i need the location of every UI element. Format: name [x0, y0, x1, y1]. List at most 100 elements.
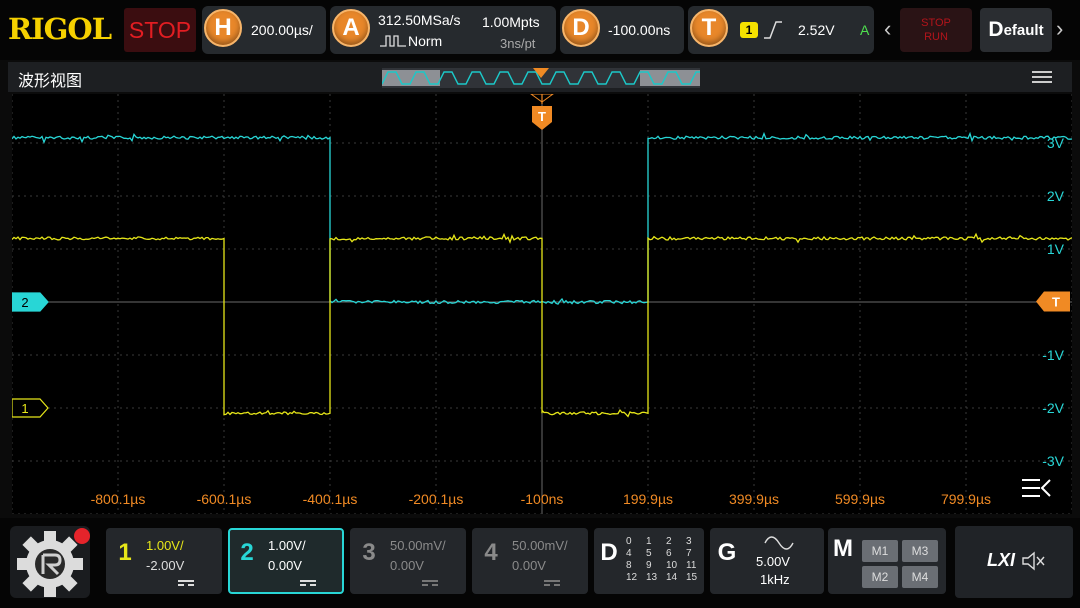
delay-panel[interactable]: D -100.00ns	[560, 6, 684, 54]
channel-3-panel[interactable]: 3 50.00mV/ 0.00V	[350, 528, 466, 594]
time-axis-label: -600.1µs	[197, 491, 252, 507]
math-m1-button[interactable]: M1	[862, 540, 898, 562]
channel-3-offset: 0.00V	[390, 558, 424, 573]
math-m4-button[interactable]: M4	[902, 566, 938, 588]
digital-channel-1: 1	[646, 536, 652, 547]
channel-1-offset: -2.00V	[146, 558, 185, 573]
digital-panel[interactable]: D 0 1 2 3 4 5 6 7 8 9 10 11 12 13 14 15	[594, 528, 704, 594]
dc-coupling-icon	[300, 580, 316, 586]
timebase-value: 200.00µs/	[251, 22, 313, 38]
digital-channel-6: 6	[666, 548, 672, 559]
channel-1-offset-marker[interactable]	[12, 398, 49, 418]
memory-overview-bar[interactable]	[382, 68, 700, 88]
digital-channel-13: 13	[646, 572, 658, 583]
digital-channel-11: 11	[686, 560, 697, 571]
view-title: 波形视图	[18, 71, 83, 90]
time-axis-label: -100ns	[521, 491, 564, 507]
digital-channel-grid: 0 1 2 3 4 5 6 7 8 9 10 11 12 13 14 15	[626, 536, 706, 583]
trigger-mode: A	[860, 22, 870, 38]
default-button-initial: D	[988, 18, 1004, 41]
run-stop-line1: STOP	[921, 17, 951, 29]
dc-coupling-icon	[422, 580, 438, 586]
time-axis-label: 199.9µs	[623, 491, 673, 507]
time-axis-label: 799.9µs	[941, 491, 991, 507]
memory-depth: 1.00Mpts	[482, 14, 540, 30]
delay-key[interactable]: D	[562, 9, 600, 47]
channel-2-number: 2	[240, 539, 254, 566]
time-axis-label: -400.1µs	[303, 491, 358, 507]
channel-1-scale: 1.00V/	[146, 538, 184, 553]
channel-1-panel[interactable]: 1 1.00V/ -2.00V	[106, 528, 222, 594]
digital-channel-0: 0	[626, 536, 632, 547]
voltage-axis-label: -2V	[1042, 400, 1064, 416]
voltage-axis-label: 3V	[1047, 135, 1065, 151]
chevron-right-icon[interactable]: ›	[1056, 16, 1063, 42]
channel-1-offset-marker-label: 1	[21, 401, 28, 416]
generator-frequency: 1kHz	[760, 572, 790, 587]
voltage-axis-label: 2V	[1047, 188, 1065, 204]
trigger-panel[interactable]: T 1 2.52V A	[688, 6, 874, 54]
digital-channel-3: 3	[686, 536, 692, 547]
horizontal-key[interactable]: H	[204, 9, 242, 47]
lxi-logo: LXI	[987, 550, 1016, 570]
horizontal-panel[interactable]: H 200.00µs/	[202, 6, 326, 54]
math-panel[interactable]: M M1 M3 M2 M4	[828, 528, 946, 594]
channel-4-offset: 0.00V	[512, 558, 546, 573]
time-axis-label: 599.9µs	[835, 491, 885, 507]
run-state-indicator[interactable]: STOP	[124, 8, 196, 52]
trigger-key[interactable]: T	[690, 9, 728, 47]
channel-2-panel[interactable]: 2 1.00V/ 0.00V	[228, 528, 344, 594]
system-status-panel[interactable]: LXI	[955, 526, 1073, 598]
digital-channel-7: 7	[686, 548, 692, 559]
math-m3-button[interactable]: M3	[902, 540, 938, 562]
channel-2-scale: 1.00V/	[268, 538, 306, 553]
time-axis-label: -200.1µs	[409, 491, 464, 507]
delay-value: -100.00ns	[608, 22, 671, 38]
digital-channel-12: 12	[626, 572, 638, 583]
speaker-muted-icon[interactable]	[1021, 550, 1047, 572]
trigger-level-label: T	[1052, 295, 1060, 310]
default-button-rest: efault	[1003, 21, 1044, 39]
sine-wave-icon	[764, 536, 794, 550]
waveform-display[interactable]: T3V2V1V0V-1V-2V-3VT21-800.1µs-600.1µs-40…	[12, 94, 1072, 514]
top-toolbar: RIGOL STOP H 200.00µs/ A 312.50MSa/s 1.0…	[0, 0, 1080, 60]
digital-channel-4: 4	[626, 548, 632, 559]
digital-channel-14: 14	[666, 572, 678, 583]
default-button[interactable]: Default	[980, 8, 1052, 52]
sample-interval: 3ns/pt	[500, 36, 536, 51]
channel-3-number: 3	[362, 539, 376, 566]
dc-coupling-icon	[178, 580, 194, 586]
digital-key: D	[600, 539, 618, 566]
time-axis-label: -800.1µs	[91, 491, 146, 507]
channel-1-number: 1	[118, 539, 132, 566]
generator-amplitude: 5.00V	[756, 554, 790, 569]
time-axis-label: 399.9µs	[729, 491, 779, 507]
home-gear-icon[interactable]	[10, 526, 90, 598]
run-stop-button[interactable]: STOP RUN	[900, 8, 972, 52]
generator-panel[interactable]: G 5.00V 1kHz	[710, 528, 824, 594]
channel-4-panel[interactable]: 4 50.00mV/ 0.00V	[472, 528, 588, 594]
run-stop-line2: RUN	[924, 31, 948, 43]
math-key: M	[833, 535, 853, 562]
acquire-key[interactable]: A	[332, 9, 370, 47]
acquire-mode: Norm	[408, 33, 443, 49]
channel-2-offset-marker[interactable]	[12, 292, 49, 312]
channel-2-offset-marker-label: 2	[21, 295, 28, 310]
math-m2-button[interactable]: M2	[862, 566, 898, 588]
pulse-icon	[380, 35, 406, 47]
acquire-panel[interactable]: A 312.50MSa/s 1.00Mpts Norm 3ns/pt	[330, 6, 556, 54]
notification-dot	[74, 528, 90, 544]
channel-4-number: 4	[484, 539, 498, 566]
generator-key: G	[717, 539, 737, 566]
dc-coupling-icon	[544, 580, 560, 586]
rigol-logo: RIGOL	[8, 12, 112, 46]
voltage-axis-label: -3V	[1042, 453, 1064, 469]
menu-icon[interactable]	[1032, 68, 1054, 86]
trigger-position-label: T	[538, 109, 546, 124]
digital-channel-10: 10	[666, 560, 678, 571]
digital-channel-9: 9	[646, 560, 652, 571]
chevron-left-icon[interactable]: ‹	[884, 16, 891, 42]
trigger-level: 2.52V	[798, 22, 835, 38]
sample-rate: 312.50MSa/s	[378, 12, 461, 28]
trigger-source-badge: 1	[740, 22, 758, 38]
